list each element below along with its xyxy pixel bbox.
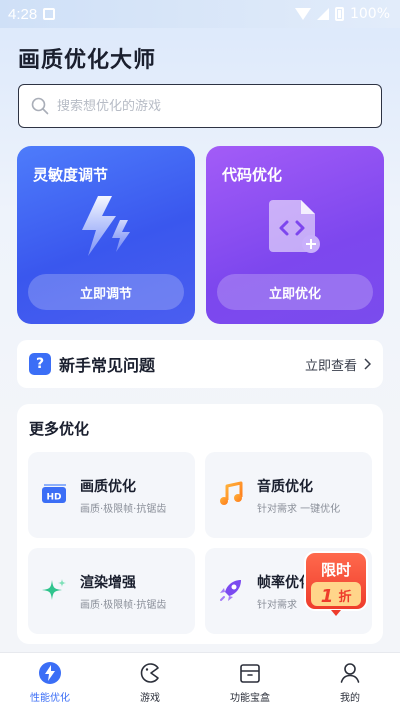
promo-unit: 折 <box>338 589 351 605</box>
nav-label: 我的 <box>340 692 360 704</box>
sensitivity-card[interactable]: 灵敏度调节 立即调节 <box>17 146 195 324</box>
signal-icon <box>316 8 329 20</box>
hd-icon: HD <box>42 484 66 503</box>
feature-audio-quality[interactable]: 音质优化 针对需求 一键优化 <box>205 452 372 538</box>
optimize-now-button[interactable]: 立即优化 <box>217 274 373 310</box>
feature-render-enhance[interactable]: 渲染增强 画质·极限帧·抗锯齿 <box>28 548 195 634</box>
nav-label: 性能优化 <box>30 692 70 704</box>
faq-title: 新手常见问题 <box>59 356 156 375</box>
status-time: 4:28 <box>8 5 38 23</box>
code-file-icon <box>269 200 320 253</box>
feature-picture-quality[interactable]: HD 画质优化 画质·极限帧·抗锯齿 <box>28 452 195 538</box>
toolbox-icon <box>240 663 260 683</box>
faq-view-link[interactable]: 立即查看 <box>305 355 371 374</box>
feature-title: 渲染增强 <box>80 575 136 591</box>
card-title: 代码优化 <box>222 166 283 184</box>
feature-title: 画质优化 <box>80 479 136 495</box>
promo-line1: 限时 <box>321 561 351 579</box>
wifi-icon <box>294 8 311 20</box>
question-icon: ? <box>29 353 51 375</box>
music-note-icon <box>220 481 243 505</box>
lightning-icon <box>82 196 130 256</box>
promo-number: 1 <box>321 586 334 607</box>
battery-icon <box>334 7 344 21</box>
faq-banner[interactable]: ? 新手常见问题 立即查看 <box>17 340 383 388</box>
bottom-navigation: 性能优化 游戏 功能宝盒 我的 <box>0 652 400 711</box>
feature-subtitle: 针对需求 一键优化 <box>257 504 341 515</box>
faq-link-label: 立即查看 <box>304 358 357 374</box>
nav-toolbox[interactable]: 功能宝盒 <box>200 653 300 711</box>
code-optimize-card[interactable]: 代码优化 立即优化 <box>206 146 384 324</box>
status-bar: 4:28 100% <box>0 0 400 28</box>
adjust-now-button[interactable]: 立即调节 <box>28 274 184 310</box>
battery-percent: 100% <box>349 6 390 22</box>
nav-performance[interactable]: 性能优化 <box>0 653 100 711</box>
card-title: 灵敏度调节 <box>33 166 109 184</box>
chevron-right-icon <box>364 358 371 370</box>
svg-text:HD: HD <box>46 493 61 503</box>
search-input[interactable] <box>57 98 357 114</box>
page-title: 画质优化大师 <box>18 48 157 73</box>
nav-games[interactable]: 游戏 <box>100 653 200 711</box>
section-title: 更多优化 <box>29 420 90 438</box>
nav-label: 功能宝盒 <box>230 692 270 704</box>
sparkle-icon <box>42 579 66 600</box>
feature-title: 音质优化 <box>257 479 313 495</box>
profile-icon <box>340 662 360 683</box>
feature-subtitle: 画质·极限帧·抗锯齿 <box>80 600 167 611</box>
limited-discount-badge[interactable]: 限时 1 折 <box>303 550 369 618</box>
feature-subtitle: 画质·极限帧·抗锯齿 <box>80 504 167 515</box>
nav-label: 游戏 <box>140 692 160 704</box>
feature-subtitle: 针对需求 <box>257 600 297 611</box>
search-bar[interactable] <box>18 84 382 128</box>
search-icon <box>31 97 49 115</box>
nav-profile[interactable]: 我的 <box>300 653 400 711</box>
game-icon <box>140 662 159 683</box>
notification-icon <box>43 8 56 20</box>
rocket-icon <box>220 580 241 601</box>
performance-icon <box>39 661 61 684</box>
